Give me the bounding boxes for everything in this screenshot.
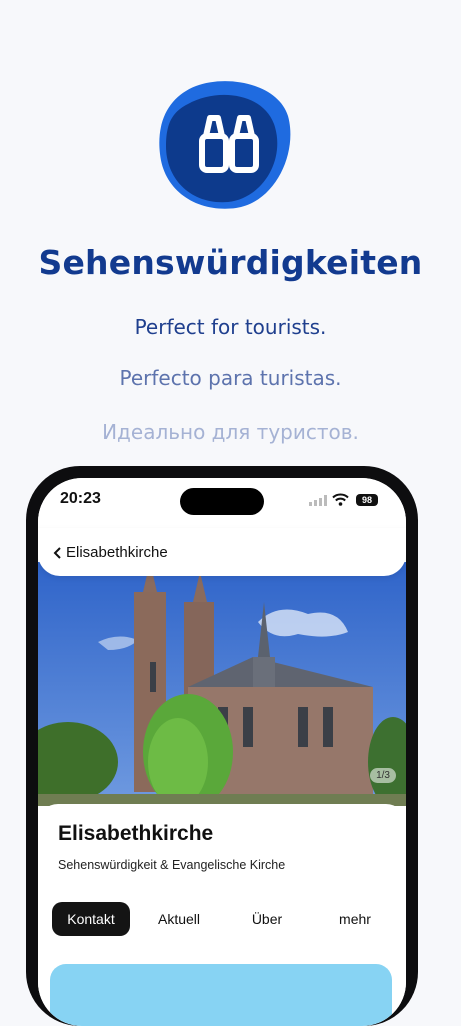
church-photo[interactable]	[38, 562, 406, 806]
place-card: Elisabethkirche Sehenswürdigkeit & Evang…	[38, 804, 406, 1026]
signal-icon	[309, 495, 327, 506]
tagline-english: Perfect for tourists.	[134, 315, 327, 339]
back-label: Elisabethkirche	[66, 544, 168, 561]
app-logo	[158, 80, 292, 212]
status-time: 20:23	[60, 490, 101, 507]
place-name: Elisabethkirche	[58, 822, 214, 845]
tab-ueber[interactable]: Über	[228, 902, 306, 936]
phone-mockup: 20:23 98 Elisabethkirche 1/3 Elisabethki…	[26, 466, 418, 1026]
dynamic-island	[180, 488, 264, 515]
wifi-icon	[332, 493, 349, 506]
tab-aktuell[interactable]: Aktuell	[140, 902, 218, 936]
phone-screen: 20:23 98 Elisabethkirche 1/3 Elisabethki…	[38, 478, 406, 1026]
back-button[interactable]: Elisabethkirche	[52, 544, 168, 561]
info-box	[50, 964, 392, 1026]
image-pager: 1/3	[370, 768, 396, 783]
page-title: Sehenswürdigkeiten	[38, 243, 423, 282]
chevron-left-icon	[53, 546, 61, 559]
place-category: Sehenswürdigkeit & Evangelische Kirche	[58, 858, 286, 872]
tab-mehr[interactable]: mehr	[316, 902, 394, 936]
status-bar: 20:23 98	[38, 478, 406, 528]
battery-indicator: 98	[356, 494, 378, 506]
tab-bar: Kontakt Aktuell Über mehr	[52, 902, 396, 936]
tagline-russian: Идеально для туристов.	[102, 420, 359, 444]
nav-bar: Elisabethkirche	[38, 528, 406, 576]
binoculars-icon	[159, 81, 291, 209]
tagline-spanish: Perfecto para turistas.	[119, 366, 342, 390]
tab-kontakt[interactable]: Kontakt	[52, 902, 130, 936]
